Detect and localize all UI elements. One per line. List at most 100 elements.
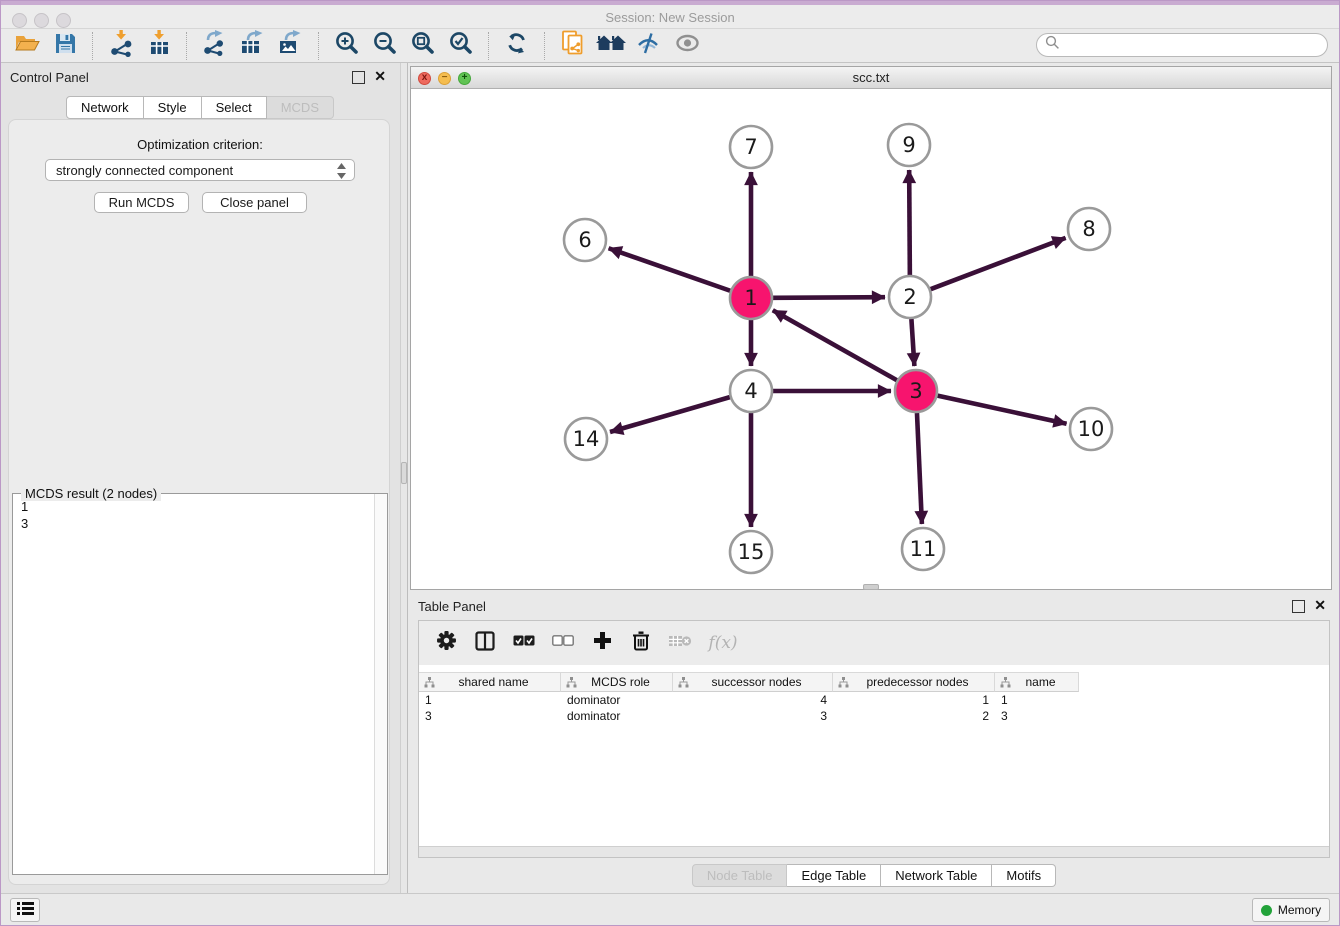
deselect-all-button[interactable] <box>550 630 576 656</box>
control-panel: Control Panel ✕ NetworkStyleSelectMCDS O… <box>0 63 400 893</box>
memory-status-icon <box>1261 905 1272 916</box>
table-cell[interactable]: dominator <box>561 692 673 708</box>
edge-1-2[interactable] <box>773 297 885 298</box>
select-all-button[interactable] <box>511 630 537 656</box>
column-header-shared-name[interactable]: shared name <box>419 672 561 692</box>
memory-button[interactable]: Memory <box>1252 898 1330 922</box>
delete-row-button[interactable] <box>628 630 654 656</box>
tab-network[interactable]: Network <box>66 96 144 119</box>
table-cell[interactable]: 1 <box>995 692 1079 708</box>
mcds-result-scrollbar[interactable] <box>374 494 387 874</box>
tab-select[interactable]: Select <box>202 96 267 119</box>
edge-1-6[interactable] <box>609 248 731 290</box>
close-panel-button[interactable]: Close panel <box>202 192 307 213</box>
table-horizontal-scrollbar[interactable] <box>419 846 1329 857</box>
edge-3-11[interactable] <box>917 413 922 524</box>
column-header-label: shared name <box>439 675 560 689</box>
edge-3-10[interactable] <box>937 396 1066 424</box>
table-panel: Table Panel ✕ <box>408 592 1340 893</box>
settings-gear-button[interactable] <box>433 630 459 656</box>
window-top-strip <box>0 0 1340 5</box>
select-all-icon <box>513 634 535 652</box>
toolbar-separator <box>544 32 546 60</box>
delete-table-button[interactable] <box>667 630 693 656</box>
column-header-predecessor-nodes[interactable]: predecessor nodes <box>833 672 995 692</box>
column-tree-icon <box>678 677 689 688</box>
tab-motifs[interactable]: Motifs <box>992 864 1056 887</box>
splitter-grip[interactable] <box>401 462 407 484</box>
graph-node-label-8: 8 <box>1082 217 1095 241</box>
network-canvas-svg[interactable]: 7968124314101511 <box>411 89 1331 589</box>
float-panel-icon[interactable] <box>352 71 365 84</box>
table-cell[interactable]: 1 <box>419 692 561 708</box>
run-mcds-button[interactable]: Run MCDS <box>94 192 189 213</box>
optimization-criterion-select[interactable]: strongly connected component <box>45 159 355 181</box>
zoom-fit-button[interactable] <box>407 31 439 61</box>
session-home-icon <box>596 32 626 59</box>
graph-node-label-4: 4 <box>744 379 757 403</box>
tab-edge-table[interactable]: Edge Table <box>787 864 881 887</box>
edge-2-8[interactable] <box>931 238 1066 289</box>
split-columns-button[interactable] <box>472 630 498 656</box>
export-table-icon <box>240 30 267 61</box>
mcds-result-box: MCDS result (2 nodes) 13 <box>12 493 388 875</box>
import-network-button[interactable] <box>105 31 137 61</box>
table-cell[interactable]: 3 <box>673 708 833 724</box>
close-table-panel-icon[interactable]: ✕ <box>1314 598 1326 612</box>
graph-node-label-1: 1 <box>744 286 757 310</box>
export-network-button[interactable] <box>199 31 231 61</box>
column-header-successor-nodes[interactable]: successor nodes <box>673 672 833 692</box>
hide-panels-button[interactable] <box>633 31 665 61</box>
network-file-button[interactable] <box>557 31 589 61</box>
function-builder-button[interactable]: f(x) <box>706 630 740 656</box>
tab-mcds[interactable]: MCDS <box>267 96 334 119</box>
table-cell[interactable]: 4 <box>673 692 833 708</box>
refresh-icon <box>505 31 529 60</box>
tab-style[interactable]: Style <box>144 96 202 119</box>
edge-2-9[interactable] <box>909 170 910 275</box>
export-table-button[interactable] <box>237 31 269 61</box>
table-cell[interactable]: 1 <box>833 692 995 708</box>
show-panels-button[interactable] <box>671 31 703 61</box>
zoom-out-button[interactable] <box>369 31 401 61</box>
tab-node-table[interactable]: Node Table <box>692 864 788 887</box>
export-network-icon <box>202 30 228 61</box>
edge-4-14[interactable] <box>610 397 730 432</box>
main-toolbar <box>0 29 1340 63</box>
add-row-button[interactable] <box>589 630 615 656</box>
search-input[interactable] <box>1060 37 1327 54</box>
tab-network-table[interactable]: Network Table <box>881 864 992 887</box>
open-session-button[interactable] <box>11 31 43 61</box>
export-image-button[interactable] <box>275 31 307 61</box>
search-field[interactable] <box>1036 33 1328 57</box>
table-cell[interactable]: 3 <box>995 708 1079 724</box>
zoom-in-button[interactable] <box>331 31 363 61</box>
zoom-selected-button[interactable] <box>445 31 477 61</box>
node-table-header: shared nameMCDS rolesuccessor nodes prede… <box>419 672 1079 692</box>
task-history-button[interactable] <box>10 898 40 922</box>
graph-node-label-9: 9 <box>902 133 915 157</box>
edge-2-3[interactable] <box>911 319 914 366</box>
table-cell[interactable]: dominator <box>561 708 673 724</box>
import-table-button[interactable] <box>143 31 175 61</box>
window-resize-grip[interactable] <box>863 584 879 590</box>
import-table-icon <box>147 30 172 62</box>
toolbar-separator <box>186 32 188 60</box>
float-table-panel-icon[interactable] <box>1292 600 1305 613</box>
panel-splitter[interactable] <box>400 63 408 893</box>
table-cell[interactable]: 2 <box>833 708 995 724</box>
session-home-button[interactable] <box>595 31 627 61</box>
network-view-window: x − + scc.txt 7968124314101511 <box>410 66 1332 590</box>
function-builder-icon: f(x) <box>708 633 737 653</box>
toolbar-separator <box>488 32 490 60</box>
table-cell[interactable]: 3 <box>419 708 561 724</box>
refresh-button[interactable] <box>501 31 533 61</box>
save-session-button[interactable] <box>49 31 81 61</box>
edge-3-1[interactable] <box>773 310 897 380</box>
column-header-MCDS-role[interactable]: MCDS role <box>561 672 673 692</box>
close-panel-icon[interactable]: ✕ <box>374 69 386 83</box>
column-header-label: predecessor nodes <box>853 675 994 689</box>
network-window-titlebar[interactable]: x − + scc.txt <box>411 67 1331 89</box>
control-panel-header: Control Panel ✕ <box>0 63 400 91</box>
column-header-name[interactable]: name <box>995 672 1079 692</box>
